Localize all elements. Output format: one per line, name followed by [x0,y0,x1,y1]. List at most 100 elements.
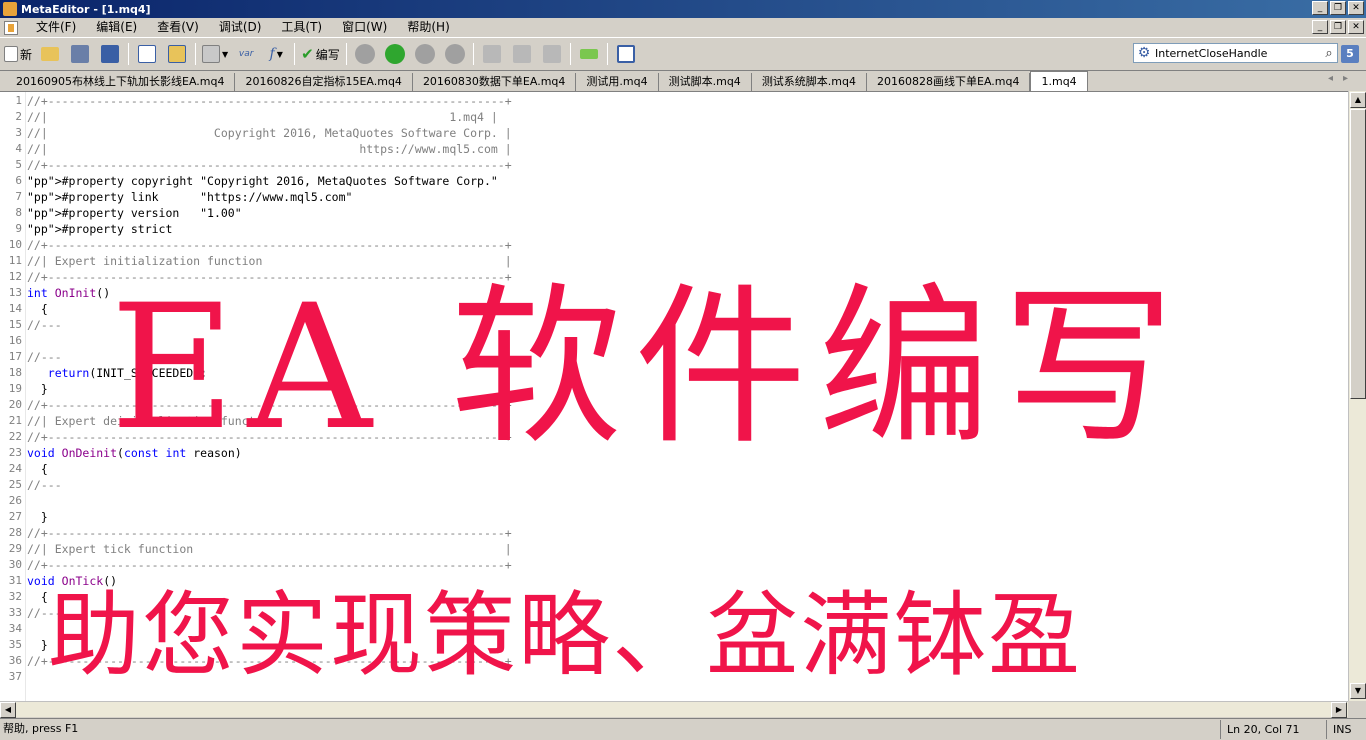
code-line[interactable]: 4 //| https://www.mql5.com | [0,141,1348,157]
pause-icon [414,44,435,64]
code-line[interactable]: 5 //+------------------------------------… [0,157,1348,173]
code-line[interactable]: 26 [0,493,1348,509]
code-line[interactable]: 3 //| Copyright 2016, MetaQuotes Software… [0,125,1348,141]
tab-file[interactable]: 20160828画线下单EA.mq4 [867,73,1031,91]
line-number: 16 [8,334,22,347]
line-number: 15 [8,318,22,331]
start-on-history-button[interactable] [353,42,377,66]
code-line[interactable]: 9 "pp">#property strict [0,221,1348,237]
code-text: //--- [27,318,62,332]
code-line[interactable]: 2 //| 1.mq4 | [0,109,1348,125]
code-line[interactable]: 30 //+-----------------------------------… [0,557,1348,573]
code-line[interactable]: 6 "pp">#property copyright "Copyright 201… [0,173,1348,189]
menu-help[interactable]: 帮助(H) [397,18,459,37]
terminal-chart-icon [616,45,635,63]
tab-file[interactable]: 20160905布林线上下轨加长影线EA.mq4 [6,73,236,91]
save-all-button[interactable] [98,42,122,66]
toolbox-button[interactable] [165,42,189,66]
code-line[interactable]: 1 //+------------------------------------… [0,93,1348,109]
search-box[interactable]: ⚙ ⌕ [1133,43,1338,63]
code-line[interactable]: 27 } [0,509,1348,525]
toolbox-icon [168,45,187,63]
menu-debug[interactable]: 调试(D) [209,18,272,37]
code-line[interactable]: 10 //+-----------------------------------… [0,237,1348,253]
status-bar: 帮助, press F1 Ln 20, Col 71 INS [0,718,1366,740]
step-over-button[interactable] [510,42,534,66]
tab-active-file[interactable]: 1.mq4 [1030,71,1088,91]
tab-file[interactable]: 测试系统脚本.mq4 [752,73,868,91]
minimize-button[interactable]: _ [1312,1,1328,15]
line-number: 12 [8,270,22,283]
code-text: } [27,382,48,396]
scroll-down-arrow[interactable]: ▼ [1350,683,1366,699]
vertical-scrollbar[interactable]: ▲ ▼ [1348,91,1366,701]
code-text: //+-------------------------------------… [27,158,512,172]
code-line[interactable]: 7 "pp">#property link "https://www.mql5.c… [0,189,1348,205]
scroll-right-arrow[interactable]: ▶ [1331,702,1347,718]
line-number: 4 [15,142,22,155]
code-text: "pp">#property link "https://www.mql5.co… [27,190,353,204]
tab-file[interactable]: 测试脚本.mq4 [659,73,752,91]
search-icon[interactable]: ⌕ [1321,46,1337,61]
tab-scroll-arrows[interactable]: ◂▸ [1328,73,1358,84]
scroll-up-arrow[interactable]: ▲ [1350,92,1366,108]
help-index-button[interactable]: 5 [1341,45,1359,63]
code-line[interactable]: 25 //--- [0,477,1348,493]
start-debug-button[interactable] [383,42,407,66]
line-number: 5 [15,158,22,171]
toolbar-separator [606,43,608,65]
stop-debug-button[interactable] [443,42,467,66]
search-input[interactable] [1155,46,1321,60]
menu-edit[interactable]: 编辑(E) [86,18,147,37]
close-button[interactable]: ✕ [1348,1,1364,15]
step-out-button[interactable] [540,42,564,66]
code-text: "pp">#property version "1.00" [27,206,242,220]
terminal-button[interactable] [614,42,638,66]
menu-file[interactable]: 文件(F) [26,18,86,37]
code-line[interactable]: 28 //+-----------------------------------… [0,525,1348,541]
code-text: //+-------------------------------------… [27,94,512,108]
code-editor[interactable]: 1 //+------------------------------------… [0,91,1348,701]
stop-icon [444,44,465,64]
line-number: 33 [8,606,22,619]
run-to-cursor-button[interactable] [577,42,601,66]
tab-file[interactable]: 测试用.mq4 [576,73,659,91]
line-number: 10 [8,238,22,251]
pause-debug-button[interactable] [413,42,437,66]
scroll-left-arrow[interactable]: ◀ [0,702,16,718]
compile-button[interactable]: ✔ 编写 [301,42,340,66]
doc-minimize-button[interactable]: _ [1312,20,1328,34]
restore-button[interactable]: ❐ [1330,1,1346,15]
window-title: MetaEditor - [1.mq4] [21,2,151,16]
gear-icon[interactable]: ⚙ [1136,45,1152,61]
function-icon: f [269,46,275,62]
doc-restore-button[interactable]: ❐ [1330,20,1346,34]
document-icon[interactable] [4,20,18,35]
save-button[interactable] [68,42,92,66]
navigator-button[interactable] [135,42,159,66]
insert-function-button[interactable]: f ▼ [264,42,288,66]
scroll-thumb[interactable] [1350,109,1366,399]
step-into-button[interactable] [480,42,504,66]
status-insert-mode: INS [1326,720,1364,739]
step-out-icon [542,45,561,63]
code-line[interactable]: 8 "pp">#property version "1.00" [0,205,1348,221]
horizontal-scrollbar[interactable]: ◀ ▶ [0,701,1348,718]
code-text: } [27,510,48,524]
doc-close-button[interactable]: ✕ [1348,20,1364,34]
line-number: 17 [8,350,22,363]
step-into-icon [482,45,501,63]
menu-window[interactable]: 窗口(W) [332,18,397,37]
code-line[interactable]: 29 //| Expert tick function | [0,541,1348,557]
step-over-icon [512,45,531,63]
menu-view[interactable]: 查看(V) [147,18,209,37]
menu-tools[interactable]: 工具(T) [271,18,332,37]
line-number: 9 [15,222,22,235]
styler-button[interactable]: ▼ [202,42,228,66]
new-button[interactable]: 新 [4,42,32,66]
tab-file[interactable]: 20160830数据下单EA.mq4 [413,73,577,91]
insert-var-button[interactable]: var [234,42,258,66]
line-number: 19 [8,382,22,395]
tab-file[interactable]: 20160826自定指标15EA.mq4 [235,73,413,91]
open-button[interactable] [38,42,62,66]
